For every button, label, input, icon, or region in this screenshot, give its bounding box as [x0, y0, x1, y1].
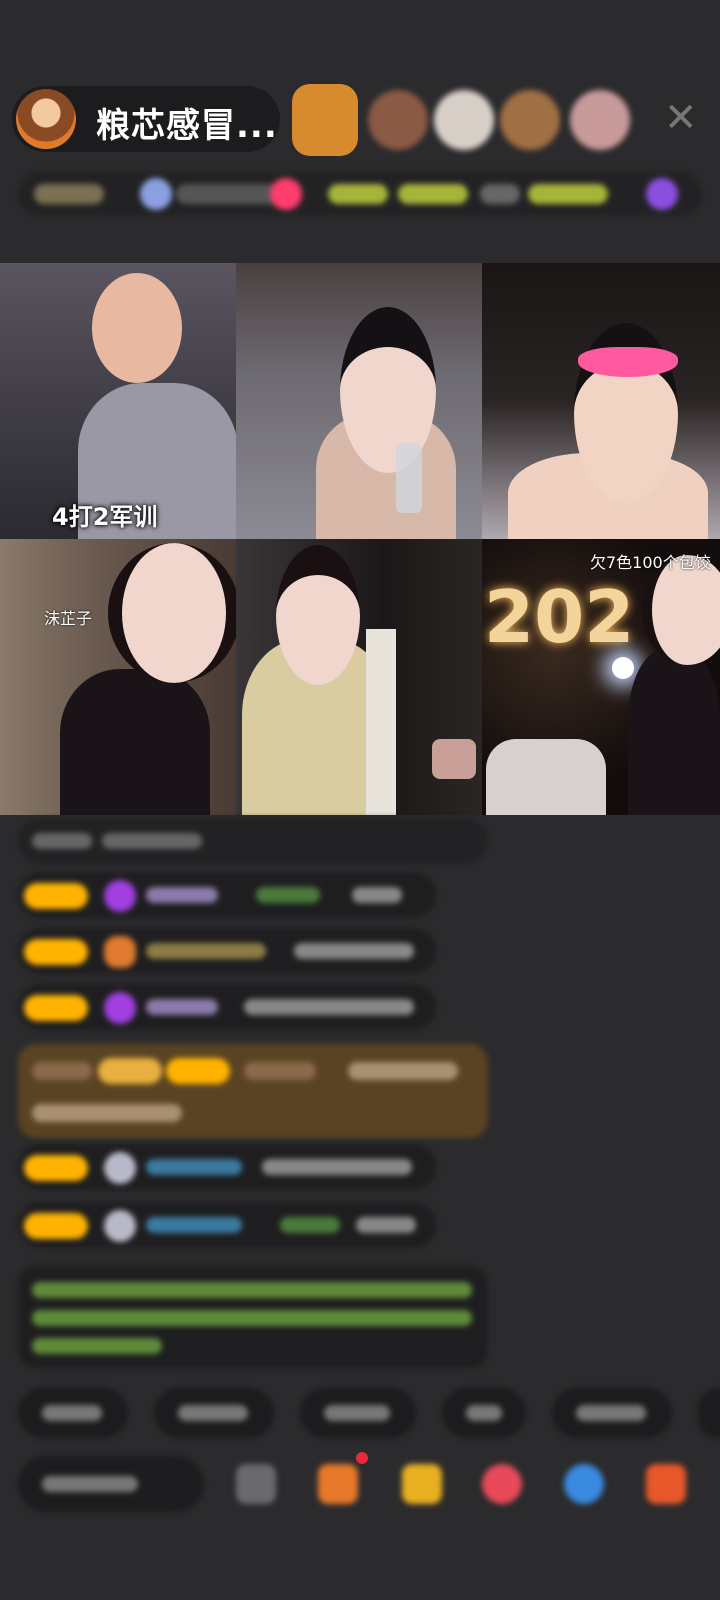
quick-reply-chip-6[interactable]: [698, 1388, 720, 1438]
video-tile-4-tag: 沫芷子: [44, 609, 93, 628]
video-tile-6-caption: 欠7色100个包饺: [590, 553, 711, 572]
quick-reply-chip-4[interactable]: [442, 1388, 526, 1438]
chat-message[interactable]: [18, 1202, 436, 1248]
video-tile-1[interactable]: 4打2军训: [0, 263, 236, 539]
chat-system-message: [18, 818, 488, 864]
video-tile-3[interactable]: [482, 263, 720, 539]
close-icon[interactable]: ✕: [664, 96, 698, 140]
comment-input[interactable]: [18, 1456, 204, 1512]
video-tile-4[interactable]: 沫芷子: [0, 539, 236, 815]
chat-message[interactable]: [18, 928, 436, 974]
multi-guest-video-grid: 4打2军训 沫芷子 202 欠7色100个包饺: [0, 263, 720, 815]
quick-reply-chip-1[interactable]: [18, 1388, 128, 1438]
video-tile-5[interactable]: [236, 539, 482, 815]
top-viewer-avatar-2[interactable]: [368, 90, 428, 150]
host-name: 粮芯感冒...: [96, 106, 278, 146]
more-icon[interactable]: [646, 1464, 686, 1504]
quick-reply-chip-2[interactable]: [154, 1388, 274, 1438]
room-notice-message: [18, 1266, 488, 1368]
video-tile-6-year-text: 202: [484, 575, 635, 659]
chat-message[interactable]: [18, 1144, 436, 1190]
video-tile-6[interactable]: 202 欠7色100个包饺: [482, 539, 720, 815]
quick-reply-chip-5[interactable]: [552, 1388, 672, 1438]
gift-icon[interactable]: [402, 1464, 442, 1504]
gift-box-icon[interactable]: [318, 1464, 358, 1504]
video-tile-2[interactable]: [236, 263, 482, 539]
notification-dot: [356, 1452, 368, 1464]
host-avatar[interactable]: [16, 89, 76, 149]
top-viewer-avatar-5[interactable]: [570, 90, 630, 150]
gift-highlight-message[interactable]: [18, 1044, 488, 1138]
share-icon[interactable]: [564, 1464, 604, 1504]
interaction-icon[interactable]: [482, 1464, 522, 1504]
video-tile-1-caption: 4打2军训: [52, 503, 158, 531]
top-viewer-avatar-4[interactable]: [500, 90, 560, 150]
chat-message[interactable]: [18, 984, 436, 1030]
room-stats-bar[interactable]: [18, 172, 702, 216]
quick-reply-chip-3[interactable]: [300, 1388, 416, 1438]
host-info-pill[interactable]: 粮芯感冒...: [12, 86, 280, 152]
emoji-icon[interactable]: [236, 1464, 276, 1504]
chat-message[interactable]: [18, 872, 436, 918]
top-viewer-avatar-3[interactable]: [434, 90, 494, 150]
top-viewer-avatar-1[interactable]: [292, 84, 358, 156]
